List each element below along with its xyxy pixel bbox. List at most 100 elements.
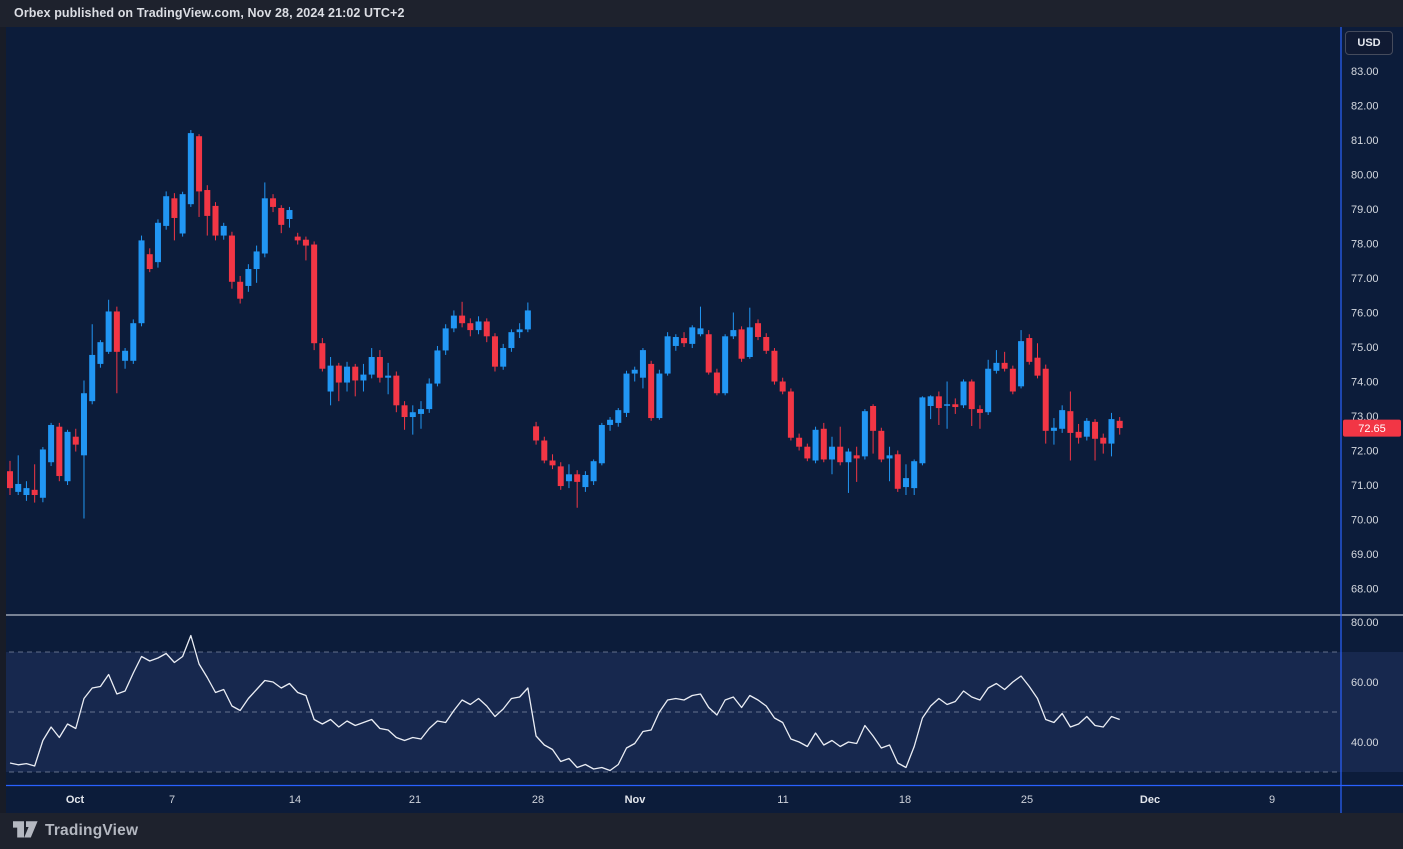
candle-body: [40, 449, 46, 497]
time-axis-label[interactable]: 28: [532, 794, 544, 806]
candle-body: [1067, 411, 1073, 433]
price-axis-label[interactable]: 68.00: [1351, 584, 1379, 596]
candle-body: [303, 240, 309, 246]
price-axis-label[interactable]: 69.00: [1351, 549, 1379, 561]
candle-body: [1043, 369, 1049, 431]
tradingview-logo-icon[interactable]: [13, 818, 38, 844]
candle-body: [780, 382, 786, 392]
chart-area[interactable]: 83.00 82.00 81.00 80.00 79.00 78.00 77.00 76.00…: [0, 27, 1403, 813]
time-axis-label[interactable]: Dec: [1140, 794, 1160, 806]
candle-body: [862, 411, 868, 456]
candle-body: [130, 323, 136, 361]
candle-body: [1076, 432, 1082, 438]
currency-toggle-button[interactable]: USD: [1345, 31, 1393, 55]
candle-body: [829, 447, 835, 460]
rsi-axis-label[interactable]: 40.00: [1351, 737, 1379, 749]
price-axis-label[interactable]: 78.00: [1351, 239, 1379, 251]
price-axis-label[interactable]: 81.00: [1351, 135, 1379, 147]
price-axis-label[interactable]: 71.00: [1351, 480, 1379, 492]
candle-body: [961, 382, 967, 406]
candle-body: [1059, 410, 1065, 429]
candle-body: [204, 190, 210, 216]
candle-body: [747, 327, 753, 357]
candle-body: [254, 251, 260, 269]
candle-body: [32, 490, 38, 495]
time-axis-label[interactable]: Oct: [66, 794, 85, 806]
candle-body: [591, 461, 597, 481]
candle-body: [97, 342, 103, 364]
price-axis-label[interactable]: 79.00: [1351, 204, 1379, 216]
candle-body: [928, 396, 934, 406]
candle-body: [1084, 421, 1090, 437]
candle-body: [336, 366, 342, 383]
price-axis-label[interactable]: 72.00: [1351, 446, 1379, 458]
candle-body: [944, 404, 950, 406]
candle-body: [213, 206, 219, 236]
price-axis-label[interactable]: 74.00: [1351, 377, 1379, 389]
candle-body: [763, 337, 769, 351]
candle-body: [697, 328, 703, 334]
rsi-axis-label[interactable]: 80.00: [1351, 617, 1379, 629]
candle-body: [632, 370, 638, 374]
candle-body: [1010, 369, 1016, 392]
time-axis-label[interactable]: Nov: [625, 794, 647, 806]
candle-body: [993, 363, 999, 371]
time-axis-label[interactable]: 9: [1269, 794, 1275, 806]
candle-body: [673, 337, 679, 346]
price-axis-label[interactable]: 70.00: [1351, 515, 1379, 527]
time-axis-label[interactable]: 14: [289, 794, 301, 806]
candle-body: [163, 196, 169, 226]
candle-body: [278, 208, 284, 225]
candle-body: [385, 376, 391, 378]
time-axis-label[interactable]: 11: [777, 794, 788, 806]
rsi-axis-label[interactable]: 60.00: [1351, 677, 1379, 689]
candle-body: [1117, 421, 1123, 428]
candle-body: [525, 310, 531, 329]
candle-body: [969, 382, 975, 410]
candle-body: [221, 226, 227, 236]
price-axis-label[interactable]: 75.00: [1351, 342, 1379, 354]
candle-body: [122, 351, 128, 361]
candle-body: [443, 328, 449, 350]
candle-body: [648, 364, 654, 418]
candle-body: [418, 409, 424, 414]
price-axis-label[interactable]: 77.00: [1351, 273, 1379, 285]
candle-body: [895, 454, 901, 489]
candle-body: [1026, 338, 1032, 362]
candle-body: [845, 452, 851, 463]
price-axis-label[interactable]: 83.00: [1351, 66, 1379, 78]
candle-body: [114, 311, 120, 351]
candle-body: [615, 410, 621, 423]
candle-body: [155, 223, 161, 262]
time-axis-label[interactable]: 7: [169, 794, 175, 806]
price-axis-label[interactable]: 80.00: [1351, 170, 1379, 182]
candle-body: [7, 471, 13, 488]
candle-body: [1002, 363, 1008, 369]
candle-body: [369, 357, 375, 375]
candle-body: [508, 332, 514, 348]
candle-body: [434, 350, 440, 383]
candle-body: [1018, 341, 1024, 386]
time-axis-label[interactable]: 21: [409, 794, 421, 806]
candle-body: [681, 338, 687, 343]
price-axis-label[interactable]: 76.00: [1351, 308, 1379, 320]
candle-body: [139, 240, 145, 323]
price-rsi-chart[interactable]: 83.00 82.00 81.00 80.00 79.00 78.00 77.00 76.00…: [0, 27, 1403, 813]
candle-body: [1108, 419, 1114, 443]
candle-body: [722, 336, 728, 393]
candle-body: [245, 269, 251, 286]
candle-body: [352, 367, 358, 381]
candle-body: [706, 334, 712, 372]
candle-body: [771, 351, 777, 382]
tradingview-published-chart: { "header": { "title": "Orbex published …: [0, 0, 1403, 849]
candle-body: [550, 461, 556, 466]
candle-body: [730, 330, 736, 336]
candle-body: [492, 336, 498, 366]
candle-body: [517, 329, 523, 332]
tradingview-brand-label[interactable]: TradingView: [45, 822, 138, 840]
time-axis-label[interactable]: 18: [899, 794, 911, 806]
candle-body: [81, 393, 87, 455]
price-axis-label[interactable]: 82.00: [1351, 101, 1379, 113]
time-axis-label[interactable]: 25: [1021, 794, 1033, 806]
left-edge-strip: [0, 27, 6, 813]
